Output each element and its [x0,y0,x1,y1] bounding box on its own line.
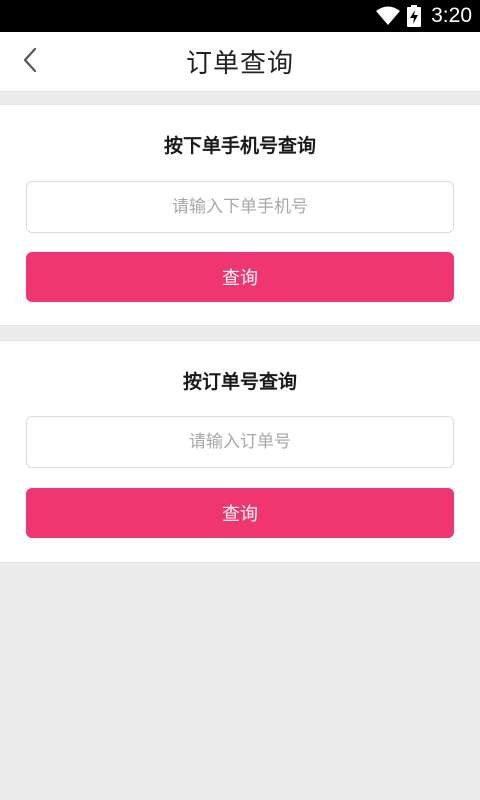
wifi-icon [375,6,401,26]
back-button[interactable] [12,44,48,80]
status-bar: 3:20 [0,0,480,32]
phone-query-button[interactable]: 查询 [26,252,454,302]
order-number-input[interactable] [26,416,454,468]
order-query-title: 按订单号查询 [182,371,297,393]
order-query-button[interactable]: 查询 [26,488,454,538]
phone-query-title: 按下单手机号查询 [163,135,316,157]
order-query-card: 按订单号查询 查询 [0,340,480,563]
battery-charging-icon [407,5,422,27]
phone-query-card: 按下单手机号查询 查询 [0,104,480,326]
navigation-bar: 订单查询 [0,32,480,92]
chevron-left-icon [21,46,39,78]
status-time: 3:20 [431,4,472,27]
phone-number-input[interactable] [26,181,454,233]
page-title: 订单查询 [185,49,294,79]
